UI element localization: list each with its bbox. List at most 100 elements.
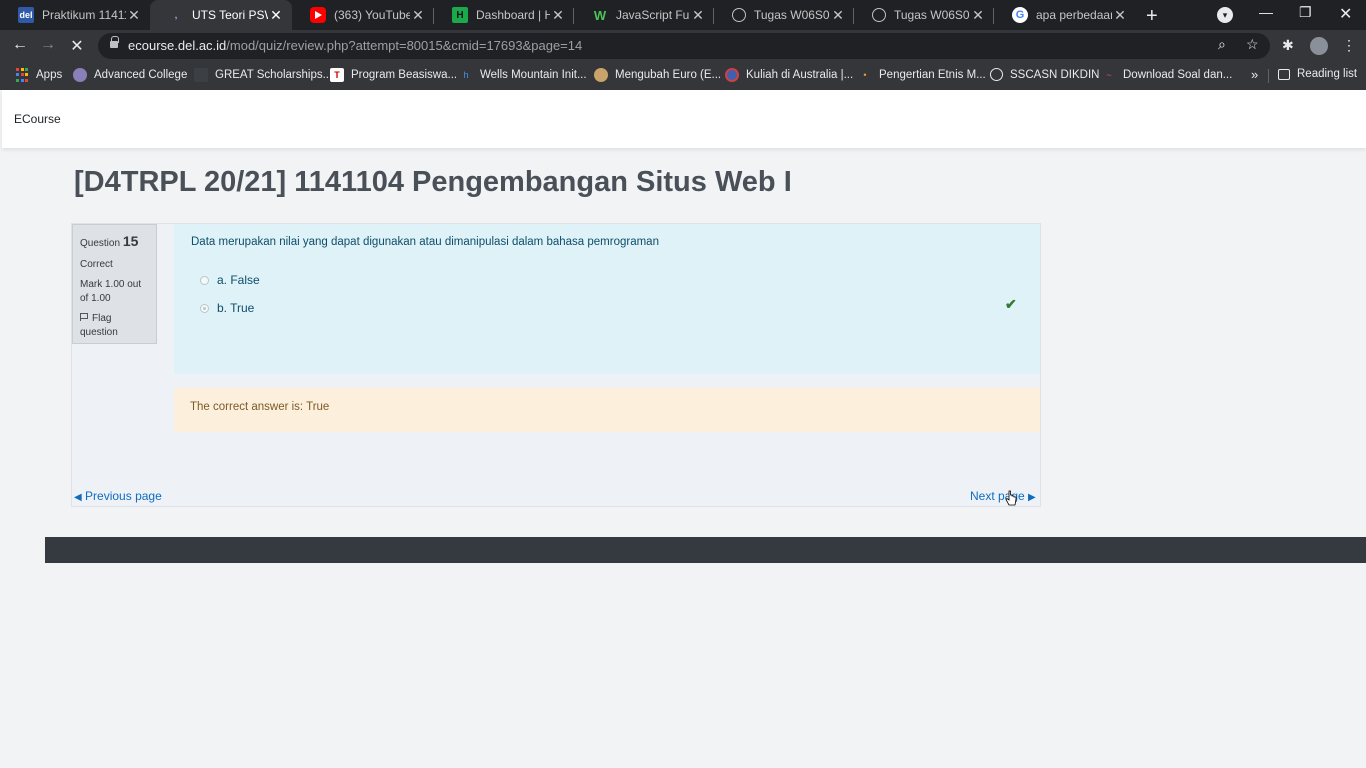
close-tab-icon[interactable]: ✕: [550, 7, 566, 24]
new-tab-button[interactable]: +: [1146, 5, 1158, 28]
triangle-left-icon: ◀: [74, 492, 82, 503]
australia-icon: [725, 68, 739, 82]
bookmark-advanced-college[interactable]: Advanced College: [73, 68, 187, 82]
flag-question-link[interactable]: Flag question: [80, 312, 149, 340]
ecourse-icon: del: [18, 7, 34, 23]
tab-youtube[interactable]: (363) YouTube ✕: [292, 0, 434, 30]
question-text: Data merupakan nilai yang dapat digunaka…: [191, 236, 659, 248]
hackerrank-icon: H: [452, 7, 468, 23]
google-icon: G: [1012, 7, 1028, 23]
reading-list-button[interactable]: Reading list: [1278, 68, 1357, 80]
quiz-review-region: Question 15 Correct Mark 1.00 out of 1.0…: [71, 223, 1041, 507]
lock-icon: [110, 36, 119, 48]
close-tab-icon[interactable]: ✕: [410, 7, 426, 24]
answer-label: a. False: [217, 273, 260, 287]
bookmark-great-scholarships[interactable]: GREAT Scholarships...: [194, 68, 332, 82]
globe-icon: [732, 8, 746, 22]
radio-button-selected[interactable]: [200, 303, 209, 313]
forward-icon[interactable]: →: [38, 36, 58, 54]
question-grade: Mark 1.00 out of 1.00: [80, 278, 142, 304]
tab-google-search[interactable]: G apa perbedaan = ✕: [994, 0, 1136, 30]
more-bookmarks-button[interactable]: »: [1251, 67, 1258, 82]
stop-loading-icon[interactable]: ✕: [67, 36, 87, 56]
restore-icon[interactable]: ❐: [1299, 4, 1312, 21]
tab-title: Dashboard | Hack: [476, 8, 550, 22]
bookmark-sscasn[interactable]: SSCASN DIKDIN: [990, 68, 1099, 81]
loading-icon: ‚: [174, 9, 178, 21]
question-label: Question: [80, 238, 121, 249]
bookmark-label: GREAT Scholarships...: [215, 69, 333, 81]
answer-option-a[interactable]: a. False: [200, 273, 260, 287]
bookmark-label: Apps: [36, 69, 63, 81]
tab-title: (363) YouTube: [334, 8, 410, 22]
close-tab-icon[interactable]: ✕: [830, 7, 846, 24]
answer-option-b[interactable]: b. True: [200, 301, 254, 315]
tab-praktikum[interactable]: del Praktikum 114110 ✕: [0, 0, 150, 30]
close-tab-icon[interactable]: ✕: [1112, 7, 1128, 24]
extensions-icon[interactable]: ✱: [1282, 37, 1294, 54]
site-brand-link[interactable]: ECourse: [14, 112, 61, 126]
advanced-college-icon: [73, 68, 87, 82]
etnis-icon: •: [863, 70, 867, 80]
question-state: Correct: [80, 258, 113, 270]
url-text: ecourse.del.ac.id/mod/quiz/review.php?at…: [128, 38, 583, 53]
close-tab-icon[interactable]: ✕: [970, 7, 986, 24]
tab-uts-teori[interactable]: ‚ UTS Teori PSW I: A ✕: [150, 0, 292, 30]
w3schools-icon: W: [593, 7, 607, 23]
bookmark-label: Kuliah di Australia |...: [746, 69, 854, 81]
radio-button[interactable]: [200, 275, 209, 285]
bookmark-program-beasiswa[interactable]: T Program Beasiswa...: [330, 68, 457, 82]
web-page: ECourse [D4TRPL 20/21] 1141104 Pengemban…: [0, 90, 1366, 768]
tab-hackerrank[interactable]: H Dashboard | Hack ✕: [434, 0, 574, 30]
menu-kebab-icon[interactable]: ⋮: [1342, 37, 1356, 54]
next-page-link[interactable]: Next page ▶: [970, 489, 1036, 503]
bookmark-apps[interactable]: Apps: [15, 68, 62, 82]
close-tab-icon[interactable]: ✕: [690, 7, 706, 24]
close-tab-icon[interactable]: ✕: [126, 7, 142, 24]
close-window-icon[interactable]: ✕: [1339, 4, 1352, 24]
minimize-icon[interactable]: —: [1259, 4, 1273, 20]
euro-icon: [594, 68, 608, 82]
apps-grid-icon: [15, 68, 29, 82]
tab-title: Tugas W06S03 Ja: [894, 8, 970, 22]
site-navbar: ECourse: [2, 90, 1366, 148]
bookmark-label: Program Beasiswa...: [351, 69, 458, 81]
previous-page-label: Previous page: [85, 489, 162, 503]
profile-avatar[interactable]: [1310, 37, 1328, 55]
wells-icon: h: [463, 70, 469, 80]
bookmark-label: Advanced College: [94, 69, 188, 81]
bookmark-download-soal[interactable]: ~ Download Soal dan...: [1102, 68, 1232, 82]
tab-title: UTS Teori PSW I: A: [192, 8, 268, 22]
browser-toolbar: ← → ✕ ecourse.del.ac.id/mod/quiz/review.…: [0, 30, 1366, 62]
bookmarks-bar: Apps Advanced College GREAT Scholarships…: [0, 62, 1366, 90]
bookmark-mengubah-euro[interactable]: Mengubah Euro (E...: [594, 68, 721, 82]
zoom-icon[interactable]: ⌕: [1218, 36, 1226, 53]
close-tab-icon[interactable]: ✕: [268, 7, 284, 24]
previous-page-link[interactable]: ◀ Previous page: [74, 489, 162, 503]
browser-tab-strip: del Praktikum 114110 ✕ ‚ UTS Teori PSW I…: [0, 0, 1366, 30]
hand-cursor-icon: [1005, 490, 1017, 506]
question-info-box: Question 15 Correct Mark 1.00 out of 1.0…: [72, 224, 157, 344]
back-icon[interactable]: ←: [10, 36, 30, 54]
triangle-right-icon: ▶: [1028, 492, 1036, 503]
tab-tugas-w06s03[interactable]: Tugas W06S03 Ja ✕: [854, 0, 994, 30]
great-icon: [194, 68, 208, 82]
tab-search-icon[interactable]: ▾: [1217, 7, 1233, 23]
address-bar[interactable]: ecourse.del.ac.id/mod/quiz/review.php?at…: [98, 33, 1270, 59]
question-content: Data merupakan nilai yang dapat digunaka…: [174, 224, 1040, 374]
bookmark-wells-mountain[interactable]: h Wells Mountain Init...: [459, 68, 586, 82]
bookmark-label: Download Soal dan...: [1123, 69, 1233, 81]
bookmarks-divider: [1268, 69, 1269, 83]
bookmark-star-icon[interactable]: ☆: [1246, 36, 1259, 53]
tab-title: apa perbedaan =: [1036, 8, 1112, 22]
tab-w3schools[interactable]: W JavaScript Functio ✕: [574, 0, 714, 30]
tab-tugas-w06s02[interactable]: Tugas W06S02 Ja ✕: [714, 0, 854, 30]
bookmark-pengertian-etnis[interactable]: • Pengertian Etnis M...: [858, 68, 986, 82]
page-footer: [45, 537, 1366, 563]
download-soal-icon: ~: [1106, 70, 1112, 80]
flag-icon: [80, 312, 88, 321]
reading-list-icon: [1278, 68, 1290, 80]
bookmark-kuliah-australia[interactable]: Kuliah di Australia |...: [725, 68, 853, 82]
tab-title: Praktikum 114110: [42, 8, 126, 22]
bookmark-label: Pengertian Etnis M...: [879, 69, 986, 81]
